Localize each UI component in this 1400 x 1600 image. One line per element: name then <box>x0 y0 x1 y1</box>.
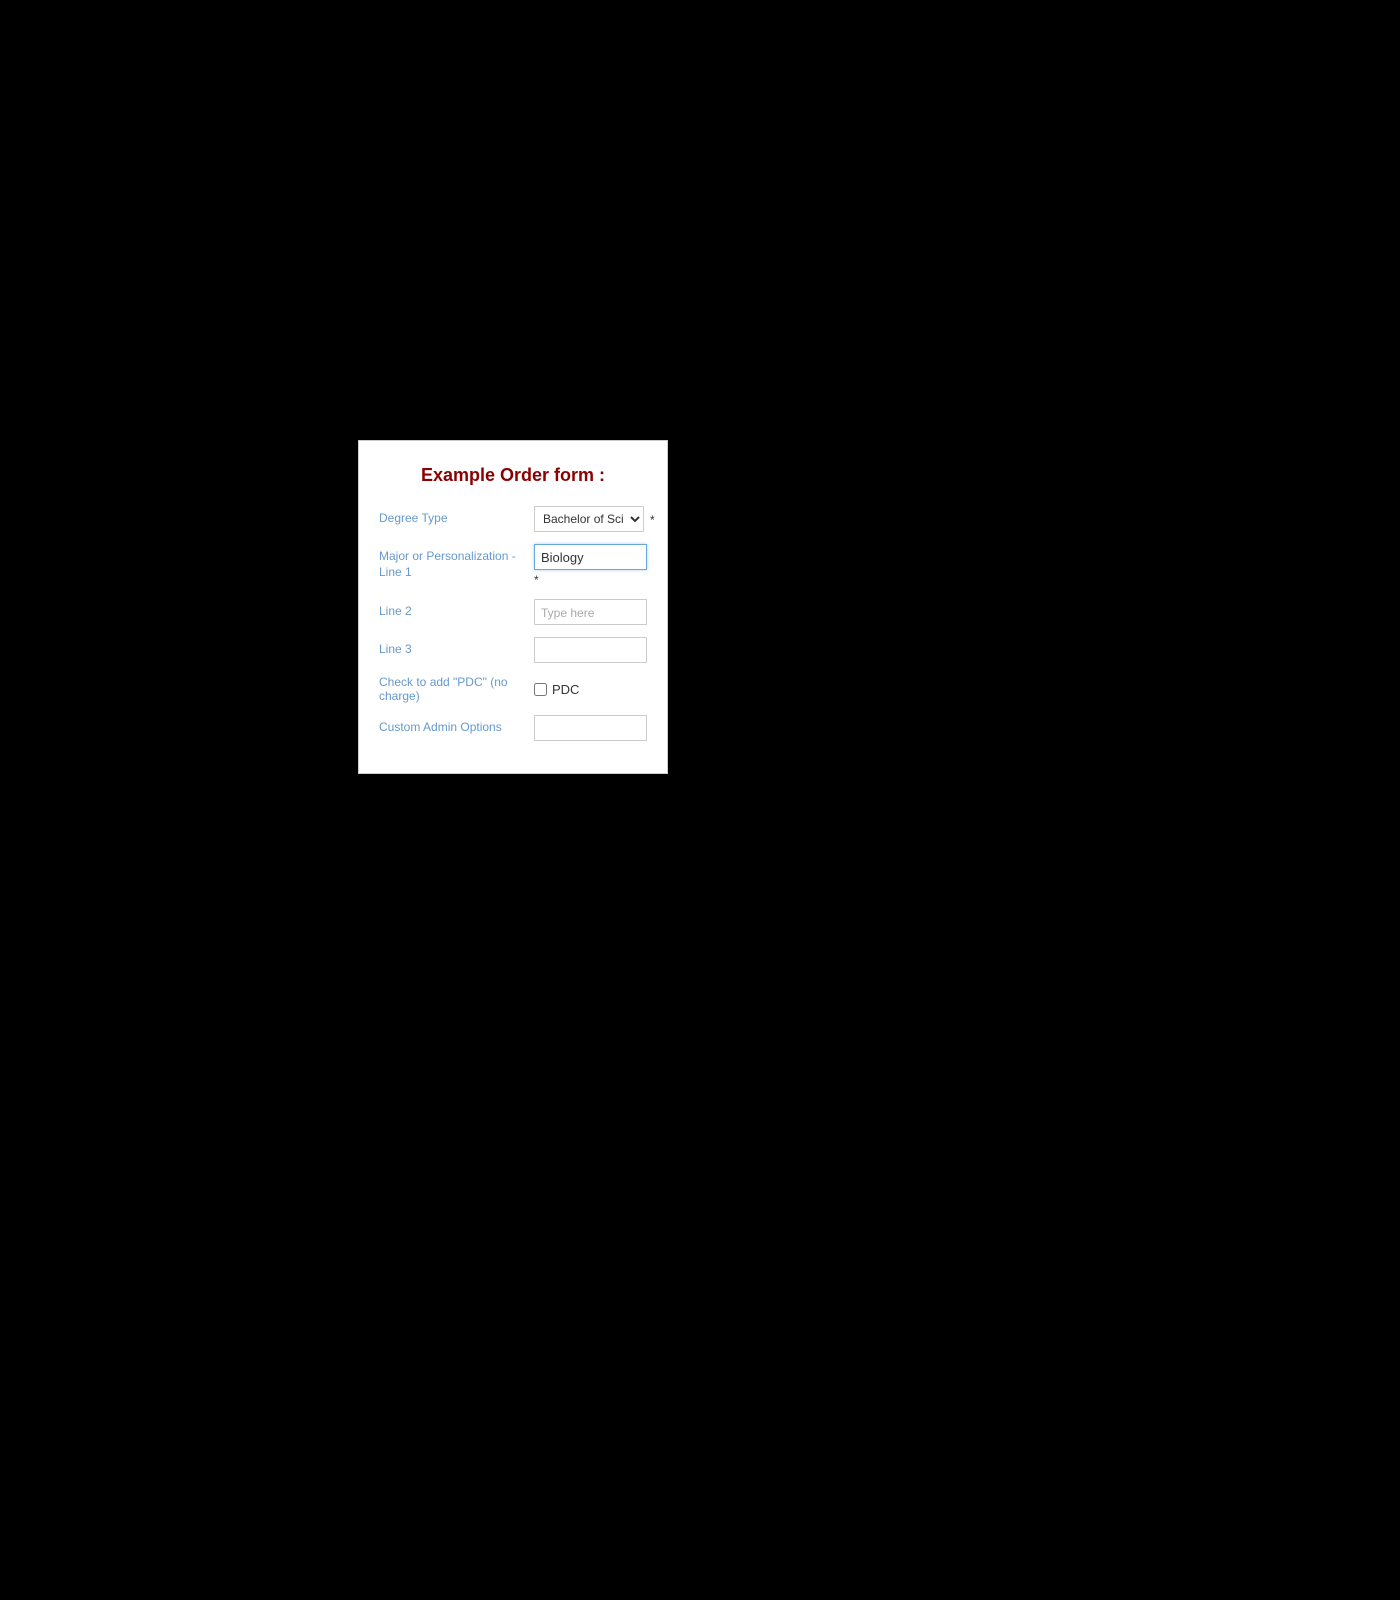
line2-label: Line 2 <box>379 599 534 620</box>
pdc-checkbox-label: PDC <box>552 682 579 697</box>
major-required-star: * <box>534 573 647 587</box>
line3-input[interactable] <box>534 637 647 663</box>
line3-label: Line 3 <box>379 637 534 658</box>
custom-admin-input[interactable] <box>534 715 647 741</box>
line2-row: Line 2 <box>379 599 647 625</box>
custom-admin-field <box>534 715 647 741</box>
degree-required-star: * <box>650 513 655 527</box>
custom-admin-label: Custom Admin Options <box>379 715 534 736</box>
major-line1-row: Major or Personalization - Line 1 * <box>379 544 647 587</box>
degree-type-row: Degree Type Bachelor of Science Bachelor… <box>379 506 647 532</box>
degree-select-wrapper: Bachelor of Science Bachelor of Arts Mas… <box>534 506 655 532</box>
line3-field <box>534 637 647 663</box>
line2-field <box>534 599 647 625</box>
line3-row: Line 3 <box>379 637 647 663</box>
form-title: Example Order form : <box>379 465 647 486</box>
pdc-row: Check to add "PDC" (no charge) PDC <box>379 675 647 703</box>
pdc-label: Check to add "PDC" (no charge) <box>379 675 534 703</box>
order-form: Example Order form : Degree Type Bachelo… <box>358 440 668 774</box>
pdc-checkbox[interactable] <box>534 683 547 696</box>
custom-admin-row: Custom Admin Options <box>379 715 647 741</box>
major-line1-field: * <box>534 544 647 587</box>
major-line1-label: Major or Personalization - Line 1 <box>379 544 534 580</box>
degree-type-field: Bachelor of Science Bachelor of Arts Mas… <box>534 506 655 532</box>
degree-type-select[interactable]: Bachelor of Science Bachelor of Arts Mas… <box>534 506 644 532</box>
major-line1-input[interactable] <box>534 544 647 570</box>
degree-type-label: Degree Type <box>379 506 534 527</box>
line2-input[interactable] <box>534 599 647 625</box>
pdc-checkbox-field: PDC <box>534 682 579 697</box>
